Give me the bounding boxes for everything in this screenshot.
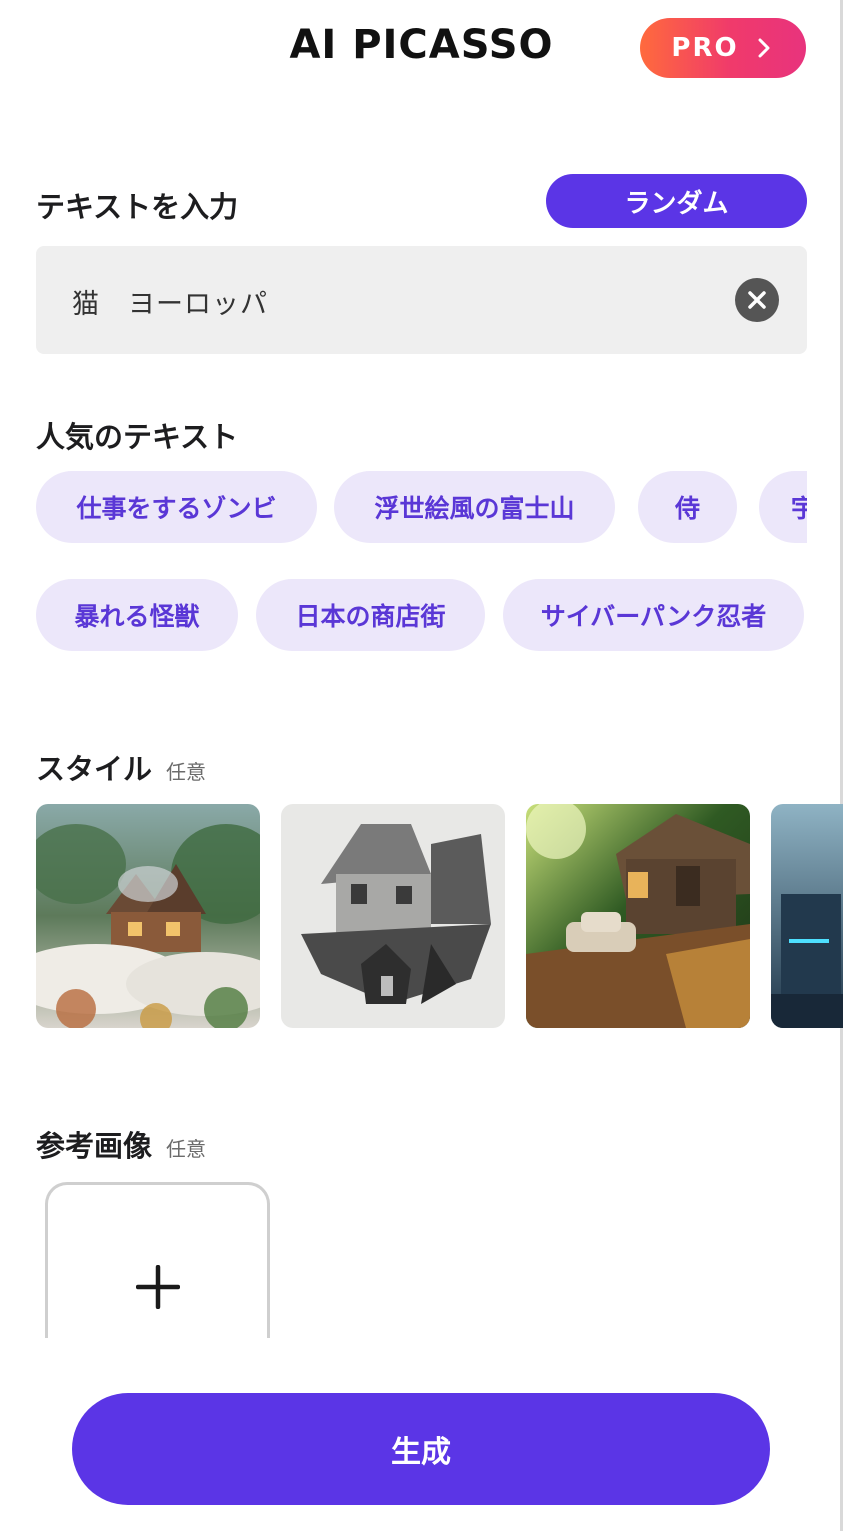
close-icon xyxy=(748,291,766,309)
fantasy-cottage-image xyxy=(36,804,260,1028)
style-label-text: スタイル xyxy=(36,752,153,786)
chip-item[interactable]: 宇 xyxy=(759,471,807,543)
prompt-input-value[interactable]: 猫 ヨーロッパ xyxy=(72,282,268,321)
scroll-fade xyxy=(0,1338,840,1398)
reference-label-text: 参考画像 xyxy=(36,1129,153,1163)
pro-label: PRO xyxy=(671,33,739,63)
popular-texts-label: 人気のテキスト xyxy=(36,420,239,454)
chip-item[interactable]: 侍 xyxy=(638,471,737,543)
text-input-label: テキストを入力 xyxy=(36,190,239,224)
chip-item[interactable]: 仕事をするゾンビ xyxy=(36,471,317,543)
clear-icon[interactable] xyxy=(735,278,779,322)
pro-button[interactable]: PRO xyxy=(640,18,806,78)
3d-cabin-image xyxy=(526,804,750,1028)
header: AI PICASSO PRO xyxy=(0,0,843,100)
style-thumbnail-sketch[interactable] xyxy=(281,804,505,1028)
prompt-input[interactable]: 猫 ヨーロッパ xyxy=(36,246,807,354)
popular-chips-row-1: 仕事をするゾンビ 浮世絵風の富士山 侍 宇 xyxy=(36,471,807,543)
popular-chips-row-2: 暴れる怪獣 日本の商店街 サイバーパンク忍者 xyxy=(36,579,807,651)
generate-button[interactable]: 生成 xyxy=(72,1393,770,1505)
cyberpunk-image xyxy=(771,804,843,1028)
chip-item[interactable]: 日本の商店街 xyxy=(256,579,485,651)
style-thumbnail-3d[interactable] xyxy=(526,804,750,1028)
style-thumbnails xyxy=(36,804,843,1028)
chip-item[interactable]: サイバーパンク忍者 xyxy=(503,579,804,651)
optional-tag: 任意 xyxy=(166,760,207,784)
style-label: スタイル 任意 xyxy=(36,746,206,788)
chevron-right-icon xyxy=(758,38,770,58)
chip-item[interactable]: 暴れる怪獣 xyxy=(36,579,238,651)
chip-item[interactable]: 浮世絵風の富士山 xyxy=(334,471,615,543)
pencil-sketch-image xyxy=(281,804,505,1028)
plus-icon xyxy=(136,1265,180,1309)
random-button[interactable]: ランダム xyxy=(546,174,807,228)
optional-tag: 任意 xyxy=(166,1137,207,1161)
reference-label: 参考画像 任意 xyxy=(36,1123,206,1165)
style-thumbnail-cyberpunk[interactable] xyxy=(771,804,843,1028)
style-thumbnail-fantasy[interactable] xyxy=(36,804,260,1028)
